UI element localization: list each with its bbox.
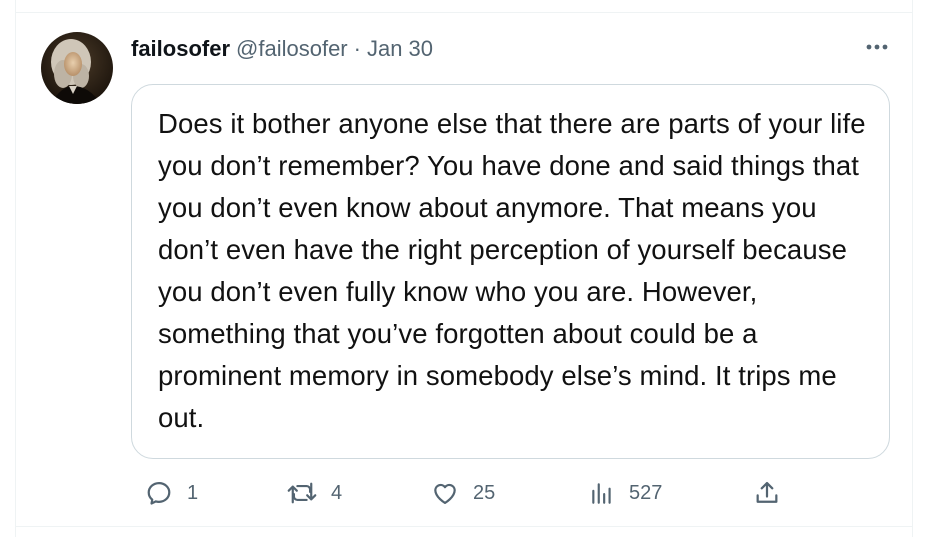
more-icon	[866, 44, 888, 50]
display-name[interactable]: failosofer	[131, 36, 230, 62]
tweet-date[interactable]: Jan 30	[367, 36, 433, 62]
heart-icon	[434, 483, 456, 505]
share-button[interactable]	[753, 476, 781, 510]
retweet-count: 4	[331, 481, 343, 504]
more-options-button[interactable]	[862, 34, 892, 60]
reply-button[interactable]: 1	[145, 476, 198, 510]
timeline-column: failosofer @failosofer · Jan 30 Does it …	[15, 0, 913, 537]
bottom-divider	[16, 526, 912, 527]
share-icon	[756, 481, 778, 503]
retweet-icon	[287, 482, 317, 504]
views-icon	[592, 483, 611, 504]
action-bar: 1 4 25 527	[131, 476, 778, 510]
avatar[interactable]	[41, 32, 113, 104]
tweet-text: Does it bother anyone else that there ar…	[158, 108, 866, 433]
like-count: 25	[473, 481, 496, 504]
like-button[interactable]: 25	[431, 476, 495, 510]
reply-count: 1	[187, 481, 199, 504]
views-button[interactable]: 527	[589, 476, 662, 510]
tweet-header: failosofer @failosofer · Jan 30	[131, 34, 433, 64]
separator-dot: ·	[353, 36, 361, 61]
media-card[interactable]: Does it bother anyone else that there ar…	[131, 84, 890, 459]
views-count: 527	[629, 481, 663, 504]
tweet-page: failosofer @failosofer · Jan 30 Does it …	[0, 0, 930, 537]
top-divider	[16, 12, 912, 13]
retweet-button[interactable]: 4	[287, 476, 342, 510]
user-handle[interactable]: @failosofer	[236, 36, 348, 62]
reply-icon	[147, 481, 171, 505]
